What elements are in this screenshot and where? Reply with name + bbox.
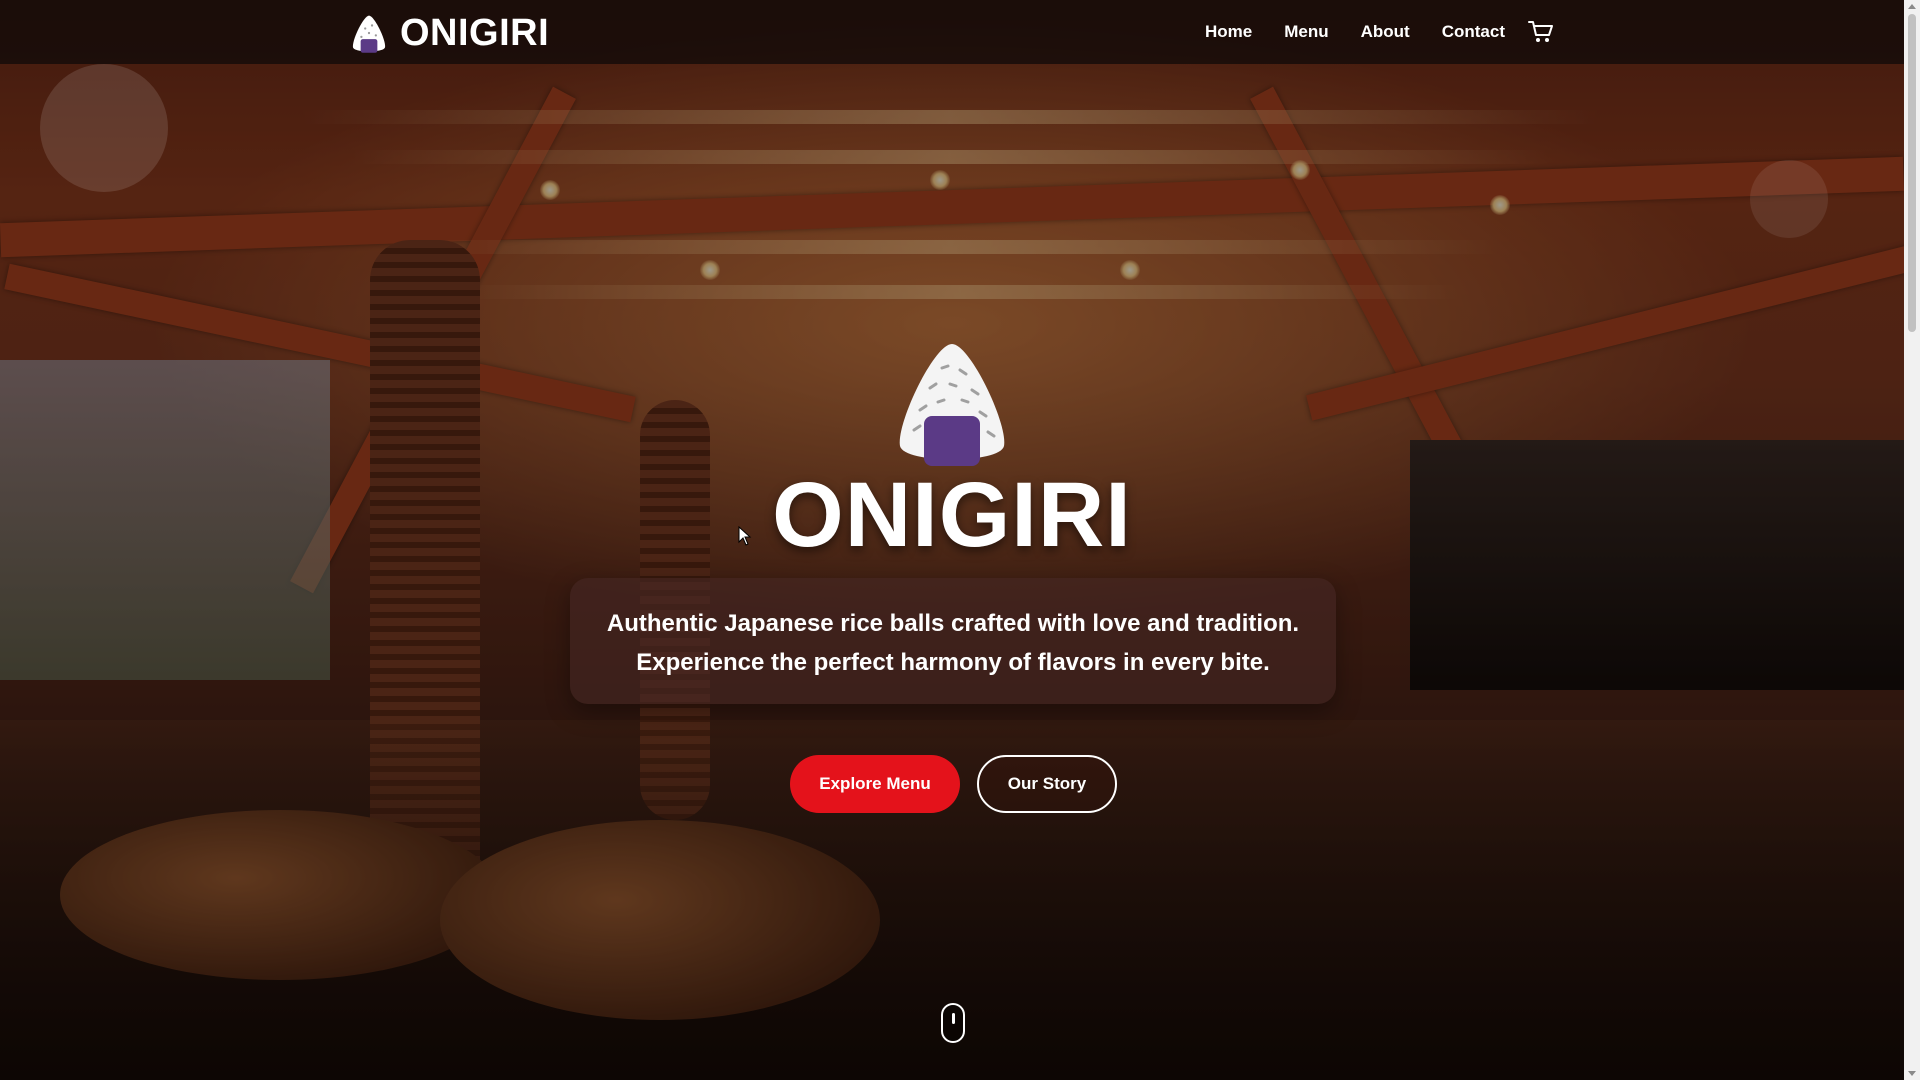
onigiri-icon bbox=[899, 344, 1005, 466]
cart-icon[interactable] bbox=[1528, 20, 1554, 44]
mouse-scroll-icon[interactable] bbox=[941, 1003, 965, 1043]
mouse-cursor-icon bbox=[738, 526, 752, 546]
scroll-wheel-dot bbox=[952, 1013, 955, 1024]
tagline-line-1: Authentic Japanese rice balls crafted wi… bbox=[606, 610, 1300, 637]
page-scrollbar[interactable] bbox=[1904, 0, 1920, 1080]
tagline-card: Authentic Japanese rice balls crafted wi… bbox=[570, 578, 1336, 704]
our-story-button[interactable]: Our Story bbox=[977, 755, 1117, 813]
decorative-circle bbox=[1750, 160, 1828, 238]
hero-tagline: Authentic Japanese rice balls crafted wi… bbox=[570, 578, 1336, 682]
brand-logo-link[interactable]: ONIGIRI bbox=[350, 12, 549, 55]
nav-link-home[interactable]: Home bbox=[1205, 22, 1252, 42]
decorative-circle bbox=[40, 64, 168, 192]
scrollbar-thumb[interactable] bbox=[1908, 14, 1916, 332]
site-header: ONIGIRI Home Menu About Contact bbox=[0, 0, 1904, 64]
main-nav: Home Menu About Contact bbox=[1205, 0, 1505, 64]
scroll-down-arrow-icon[interactable] bbox=[1908, 1071, 1916, 1076]
hero-title: ONIGIRI bbox=[772, 464, 1132, 566]
nav-link-menu[interactable]: Menu bbox=[1284, 22, 1328, 42]
explore-menu-button[interactable]: Explore Menu bbox=[790, 755, 960, 813]
page-viewport: ONIGIRI Home Menu About Contact ONIGIRI bbox=[0, 0, 1904, 1080]
tagline-line-2: Experience the perfect harmony of flavor… bbox=[636, 649, 1270, 676]
nav-link-contact[interactable]: Contact bbox=[1442, 22, 1505, 42]
brand-name: ONIGIRI bbox=[400, 12, 550, 54]
scroll-up-arrow-icon[interactable] bbox=[1908, 4, 1916, 9]
nav-link-about[interactable]: About bbox=[1361, 22, 1410, 42]
onigiri-icon bbox=[352, 15, 386, 53]
